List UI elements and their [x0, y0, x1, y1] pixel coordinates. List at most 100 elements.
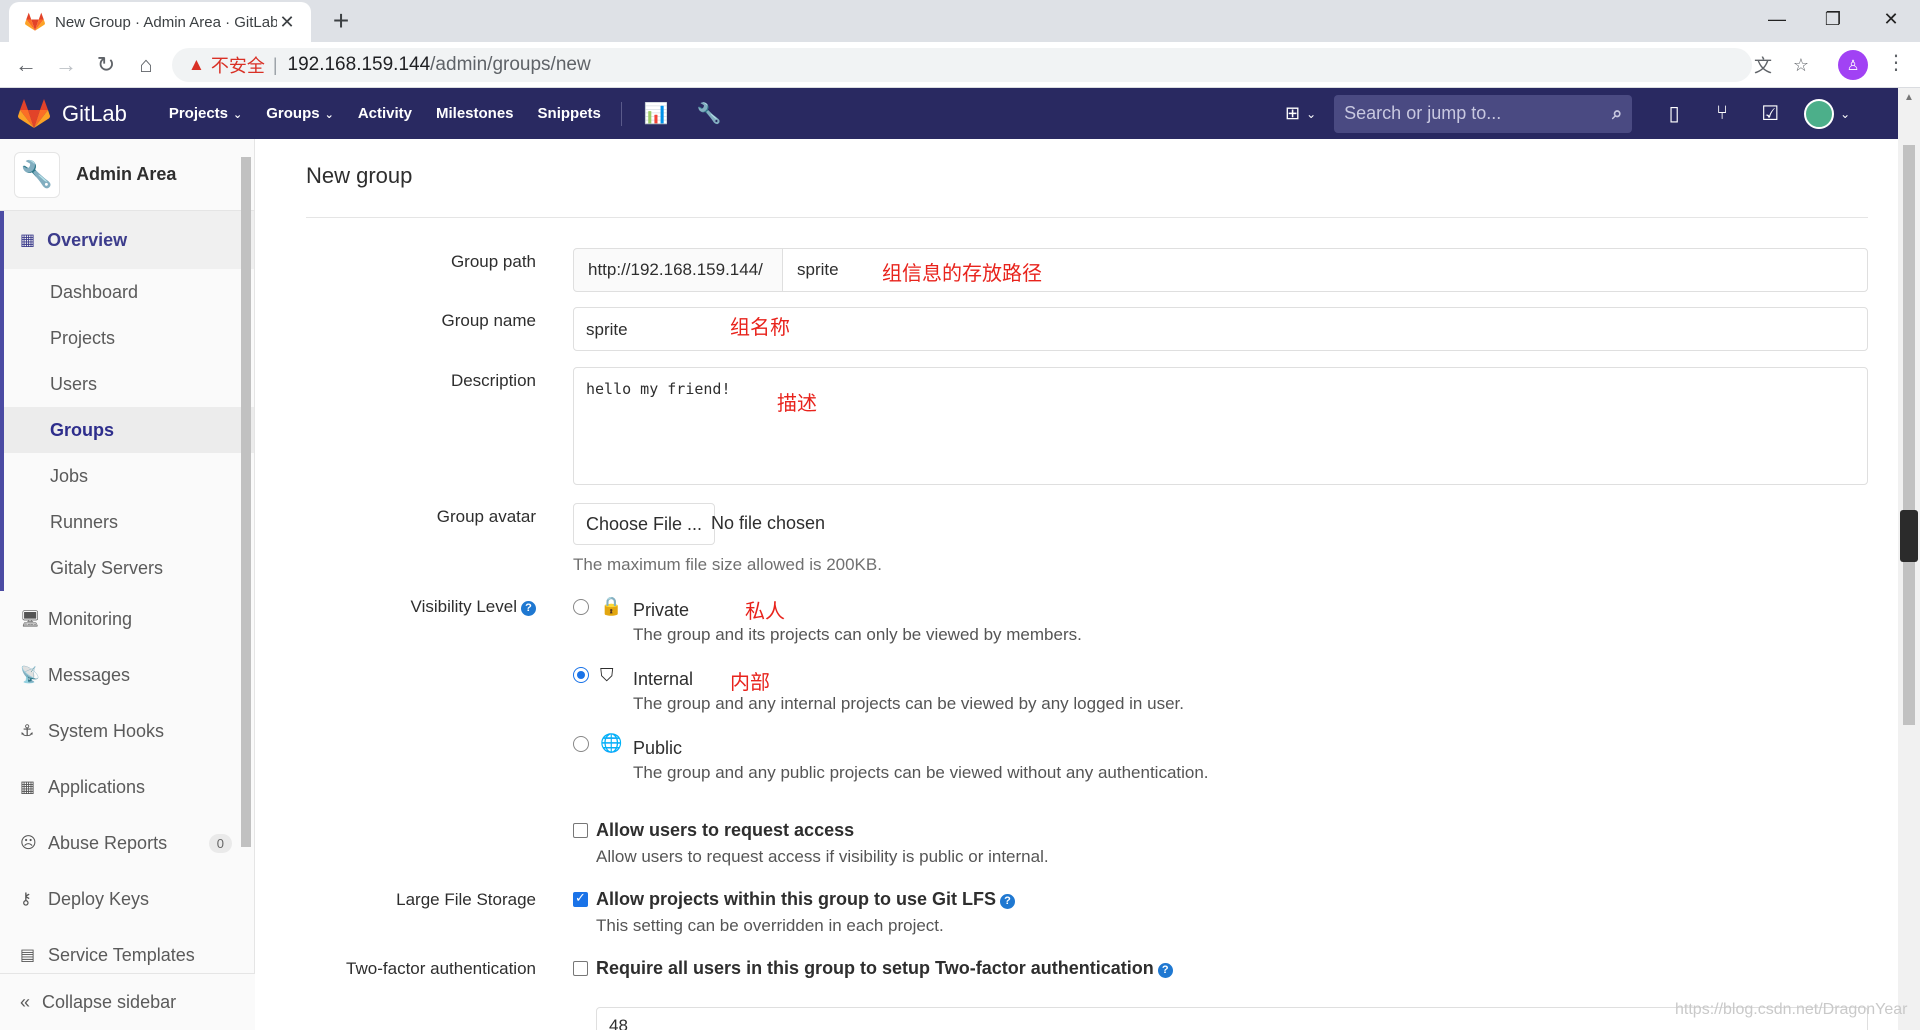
- sidebar-item-messages[interactable]: 📡 Messages: [0, 647, 254, 703]
- twofa-checkbox[interactable]: [573, 961, 588, 976]
- translate-icon[interactable]: 文: [1750, 52, 1776, 78]
- twofa-check-label[interactable]: Require all users in this group to setup…: [596, 958, 1173, 979]
- todo-icon[interactable]: ☑: [1746, 101, 1794, 126]
- chevron-down-icon[interactable]: ⌄: [1840, 107, 1850, 121]
- sidebar-item-label: Messages: [48, 664, 131, 685]
- nav-milestones[interactable]: Milestones: [424, 105, 526, 122]
- plus-square-icon: ⊞: [1285, 103, 1301, 123]
- scrollbar-thumb[interactable]: [1903, 145, 1915, 725]
- help-icon[interactable]: ?: [1000, 894, 1015, 909]
- sidebar-item-gitaly-servers[interactable]: Gitaly Servers: [4, 545, 254, 591]
- hook-icon: ⚓: [20, 723, 35, 740]
- visibility-internal-radio[interactable]: [573, 667, 589, 683]
- user-avatar[interactable]: [1804, 98, 1835, 129]
- sidebar-item-jobs[interactable]: Jobs: [4, 453, 254, 499]
- wrench-icon[interactable]: 🔧: [683, 101, 736, 126]
- profile-avatar[interactable]: ♙: [1838, 50, 1868, 80]
- help-icon[interactable]: ?: [521, 601, 536, 616]
- template-icon: ▤: [20, 947, 36, 964]
- warning-icon: ▲: [188, 55, 205, 74]
- description-annotation: 描述: [777, 393, 817, 415]
- key-icon: ⚷: [20, 891, 32, 908]
- minimize-icon[interactable]: —: [1748, 0, 1806, 38]
- group-path-label: Group path: [450, 252, 536, 271]
- visibility-public-radio[interactable]: [573, 736, 589, 752]
- collapse-sidebar-button[interactable]: « Collapse sidebar: [0, 973, 255, 1030]
- nav-groups-label: Groups: [266, 105, 320, 122]
- new-dropdown[interactable]: ⊞ ⌄: [1285, 103, 1316, 124]
- choose-file-button[interactable]: Choose File ...: [573, 503, 716, 545]
- reload-icon[interactable]: ↻: [92, 51, 120, 79]
- sidebar-item-deploy-keys[interactable]: ⚷ Deploy Keys: [0, 871, 254, 927]
- visibility-private-radio[interactable]: [573, 599, 589, 615]
- nav-activity[interactable]: Activity: [346, 105, 424, 122]
- group-path-prefix: http://192.168.159.144/: [573, 248, 783, 292]
- count-badge: 0: [208, 833, 232, 853]
- collapse-label: Collapse sidebar: [42, 991, 177, 1012]
- merge-request-icon[interactable]: ⑂: [1698, 102, 1746, 125]
- url-separator: |: [272, 54, 278, 75]
- maximize-icon[interactable]: ❐: [1804, 0, 1862, 38]
- description-textarea[interactable]: hello my friend!: [573, 367, 1868, 485]
- sidebar-item-label: Monitoring: [48, 608, 133, 629]
- chevron-down-icon: ⌄: [1306, 106, 1317, 121]
- back-icon[interactable]: ←: [12, 51, 40, 79]
- lfs-checkbox[interactable]: [573, 890, 588, 907]
- broadcast-icon: 📡: [20, 667, 40, 684]
- insecure-label: 不安全: [210, 56, 265, 76]
- sidebar-item-monitoring[interactable]: 🖥 Monitoring: [0, 591, 254, 647]
- sidebar-item-overview[interactable]: ▦ Overview: [4, 211, 254, 269]
- sidebar-item-projects[interactable]: Projects: [4, 315, 254, 361]
- nav-projects[interactable]: Projects ⌄: [157, 105, 254, 122]
- sidebar-item-dashboard[interactable]: Dashboard: [4, 269, 254, 315]
- group-path-value: sprite: [797, 260, 839, 279]
- grid-icon: ▦: [20, 232, 36, 249]
- visibility-private-desc: The group and its projects can only be v…: [633, 625, 1082, 644]
- window-close-icon[interactable]: ✕: [1862, 0, 1920, 38]
- sidebar-item-runners[interactable]: Runners: [4, 499, 254, 545]
- nav-groups[interactable]: Groups ⌄: [254, 105, 346, 122]
- lfs-label: Large File Storage: [396, 890, 536, 909]
- sidebar-scrollbar[interactable]: [236, 141, 254, 847]
- request-access-checkbox[interactable]: [573, 823, 588, 838]
- nav-snippets[interactable]: Snippets: [526, 105, 613, 122]
- gitlab-logo[interactable]: GitLab: [18, 98, 127, 129]
- request-access-desc: Allow users to request access if visibil…: [596, 847, 1049, 866]
- browser-menu-icon[interactable]: ⋮: [1886, 50, 1906, 75]
- sidebar-item-applications[interactable]: ▦ Applications: [0, 759, 254, 815]
- header-right: ⊞ ⌄ Search or jump to... ⌕ ▯ ⑂ ☑ ⌄: [1285, 88, 1850, 139]
- wrench-icon: 🔧: [14, 151, 60, 198]
- group-avatar-label: Group avatar: [436, 507, 536, 526]
- group-path-annotation: 组信息的存放路径: [882, 263, 1042, 285]
- visibility-level-label: Visibility Level?: [256, 597, 536, 617]
- url-field[interactable]: ▲ 不安全 | 192.168.159.144/admin/groups/new: [172, 48, 1752, 82]
- sidebar-header[interactable]: 🔧 Admin Area: [0, 139, 254, 211]
- forward-icon[interactable]: →: [52, 51, 80, 79]
- browser-tab[interactable]: New Group · Admin Area · GitLab ✕: [9, 2, 311, 42]
- sidebar-item-users[interactable]: Users: [4, 361, 254, 407]
- gitlab-favicon-icon: [25, 12, 45, 31]
- page-scrollbar[interactable]: ▲: [1898, 88, 1920, 1030]
- bookmark-star-icon[interactable]: ☆: [1788, 52, 1814, 78]
- tab-close-icon[interactable]: ✕: [277, 12, 297, 33]
- scrollbar-thumb[interactable]: [241, 157, 251, 847]
- visibility-internal-desc: The group and any internal projects can …: [633, 694, 1184, 713]
- issues-icon[interactable]: ▯: [1650, 101, 1698, 126]
- sidebar-item-abuse-reports[interactable]: ☹ Abuse Reports 0: [0, 815, 254, 871]
- lfs-desc: This setting can be overridden in each p…: [596, 916, 944, 935]
- search-input[interactable]: Search or jump to... ⌕: [1334, 94, 1633, 133]
- description-label: Description: [450, 371, 536, 390]
- sidebar-item-system-hooks[interactable]: ⚓ System Hooks: [0, 703, 254, 759]
- request-access-label[interactable]: Allow users to request access: [596, 820, 854, 841]
- visibility-private-label: Private: [633, 600, 690, 620]
- scroll-up-icon[interactable]: ▲: [1898, 92, 1920, 103]
- help-icon[interactable]: ?: [1157, 963, 1173, 978]
- visibility-public-desc: The group and any public projects can be…: [633, 763, 1209, 782]
- home-icon[interactable]: ⌂: [132, 51, 160, 79]
- twofa-label: Two-factor authentication: [346, 959, 536, 978]
- url-path: /admin/groups/new: [430, 54, 591, 75]
- sidebar-item-groups[interactable]: Groups: [4, 407, 254, 453]
- lfs-check-label[interactable]: Allow projects within this group to use …: [596, 889, 1015, 910]
- new-tab-button[interactable]: +: [326, 6, 356, 36]
- chart-icon[interactable]: 📊: [630, 101, 683, 126]
